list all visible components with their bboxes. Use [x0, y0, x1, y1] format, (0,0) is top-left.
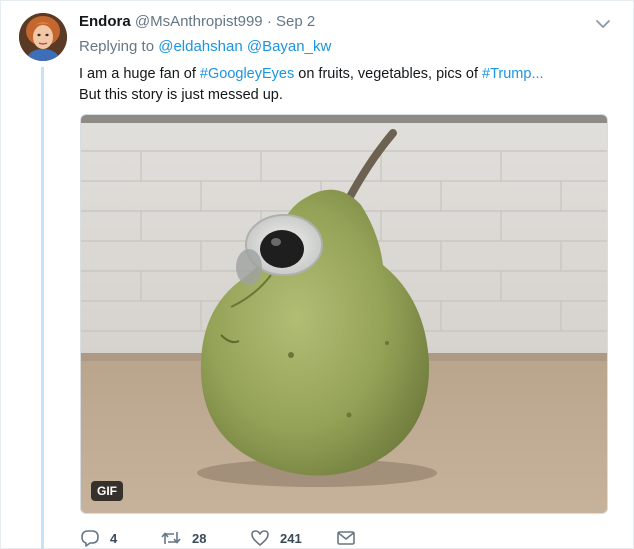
tweet-actions: 4 28 241 — [80, 528, 356, 548]
like-icon — [250, 528, 270, 548]
like-count: 241 — [280, 530, 302, 546]
tweet-text: I am a huge fan of #GoogleyEyes on fruit… — [79, 64, 599, 106]
caret-down-icon[interactable] — [595, 16, 611, 32]
author-handle[interactable]: @MsAnthropist999 — [135, 13, 263, 30]
author-name[interactable]: Endora — [79, 13, 131, 30]
replying-to-label: Replying to — [79, 38, 155, 55]
separator-dot: · — [266, 13, 272, 30]
reply-user-link[interactable]: @Bayan_kw — [247, 38, 331, 55]
tweet-text-line: But this story is just messed up. — [79, 87, 283, 103]
replying-to: Replying to @eldahshan @Bayan_kw — [79, 37, 331, 57]
pear-with-googly-eyes-image — [81, 115, 607, 513]
gif-media[interactable]: GIF — [80, 114, 608, 514]
hashtag-link[interactable]: #Trump — [482, 66, 531, 82]
reply-count: 4 — [110, 530, 118, 546]
direct-message-icon — [336, 528, 356, 548]
thread-line — [41, 67, 44, 549]
like-button[interactable]: 241 — [250, 528, 336, 548]
reply-icon — [80, 528, 100, 548]
gif-badge: GIF — [91, 481, 123, 501]
tweet-text-segment: on fruits, vegetables, pics of — [294, 66, 483, 82]
hashtag-link[interactable]: #GoogleyEyes — [200, 66, 294, 82]
tweet-timestamp[interactable]: Sep 2 — [276, 13, 315, 30]
reply-button[interactable]: 4 — [80, 528, 160, 548]
tweet-card: Endora @MsAnthropist999 · Sep 2 Replying… — [0, 0, 634, 549]
tweet-text-line: I am a huge fan of #GoogleyEyes on fruit… — [79, 64, 599, 85]
tweet-header: Endora @MsAnthropist999 · Sep 2 — [79, 12, 315, 32]
tweet-text-segment: I am a huge fan of — [79, 66, 200, 82]
retweet-button[interactable]: 28 — [160, 528, 250, 548]
avatar[interactable] — [19, 13, 67, 61]
retweet-count: 28 — [192, 530, 207, 546]
direct-message-button[interactable] — [336, 528, 356, 548]
ellipsis: ... — [531, 66, 544, 82]
retweet-icon — [160, 528, 182, 548]
reply-user-link[interactable]: @eldahshan — [158, 38, 242, 55]
